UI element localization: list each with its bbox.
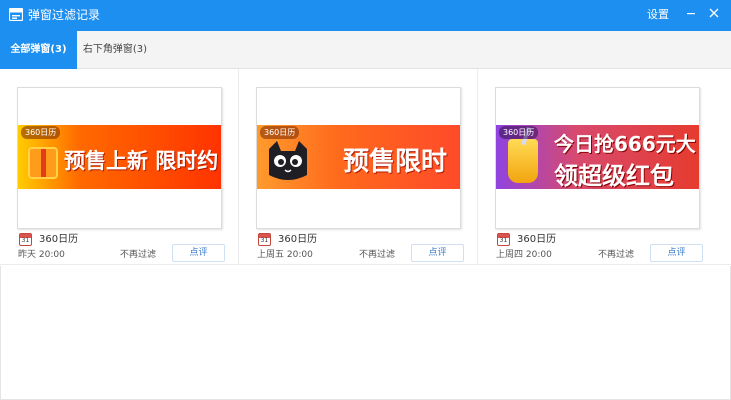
calendar-icon: 31 — [497, 233, 510, 246]
popup-meta: 31 360日历 上周四 20:00 不再过滤 点评 — [496, 232, 706, 262]
popup-banner: 360日历 预售上新 限时约 — [18, 125, 221, 189]
tmall-cat-icon — [269, 141, 307, 180]
close-icon[interactable] — [706, 5, 722, 21]
banner-headline: 预售限时 — [343, 147, 448, 177]
banner-badge: 360日历 — [499, 126, 539, 139]
source-name: 360日历 — [278, 234, 318, 245]
window-title: 弹窗过滤记录 — [28, 8, 101, 22]
calendar-icon: 31 — [258, 233, 271, 246]
title-bar: 弹窗过滤记录 设置 — [0, 0, 731, 31]
popup-time: 上周五 20:00 — [257, 250, 313, 260]
no-filter-link[interactable]: 不再过滤 — [359, 248, 395, 262]
drink-cup-icon — [508, 139, 538, 183]
source-name: 360日历 — [39, 234, 79, 245]
banner-headline-secondary: 领超级红包 — [554, 162, 674, 189]
popup-card: 360日历 预售限时 31 360日历 上周五 20:00 不再过滤 点评 — [239, 69, 478, 265]
banner-badge: 360日历 — [21, 126, 61, 139]
popup-card: 360日历 预售上新 限时约 31 360日历 昨天 20:00 不再过滤 点评 — [0, 69, 239, 265]
tab-bottom-right-popups[interactable]: 右下角弹窗(3) — [80, 31, 150, 69]
rate-button[interactable]: 点评 — [172, 244, 225, 262]
popup-meta: 31 360日历 昨天 20:00 不再过滤 点评 — [18, 232, 228, 262]
no-filter-link[interactable]: 不再过滤 — [120, 248, 156, 262]
window-icon — [9, 8, 23, 21]
popup-preview[interactable]: 360日历 预售限时 — [256, 87, 461, 229]
rate-button[interactable]: 点评 — [411, 244, 464, 262]
popup-card: 360日历 今日抢666元大 领超级红包 31 360日历 上周四 20:00 … — [478, 69, 717, 265]
rate-button[interactable]: 点评 — [650, 244, 703, 262]
popup-banner: 360日历 预售限时 — [257, 125, 460, 189]
minimize-icon[interactable] — [683, 5, 699, 21]
popup-time: 昨天 20:00 — [18, 250, 65, 260]
banner-badge: 360日历 — [260, 126, 300, 139]
banner-headline: 预售上新 限时约 — [64, 149, 219, 173]
popup-banner: 360日历 今日抢666元大 领超级红包 — [496, 125, 699, 189]
popup-meta: 31 360日历 上周五 20:00 不再过滤 点评 — [257, 232, 467, 262]
gift-box-icon — [28, 147, 58, 179]
empty-content-area — [0, 266, 731, 400]
calendar-icon: 31 — [19, 233, 32, 246]
source-name: 360日历 — [517, 234, 557, 245]
popup-preview[interactable]: 360日历 预售上新 限时约 — [17, 87, 222, 229]
banner-headline: 今日抢666元大 — [554, 132, 696, 156]
tab-bar: 全部弹窗(3) 右下角弹窗(3) — [0, 31, 731, 69]
popup-card-list: 360日历 预售上新 限时约 31 360日历 昨天 20:00 不再过滤 点评 — [0, 69, 731, 265]
popup-time: 上周四 20:00 — [496, 250, 552, 260]
settings-button[interactable]: 设置 — [647, 7, 669, 23]
no-filter-link[interactable]: 不再过滤 — [598, 248, 634, 262]
tab-all-popups[interactable]: 全部弹窗(3) — [0, 31, 77, 69]
popup-preview[interactable]: 360日历 今日抢666元大 领超级红包 — [495, 87, 700, 229]
